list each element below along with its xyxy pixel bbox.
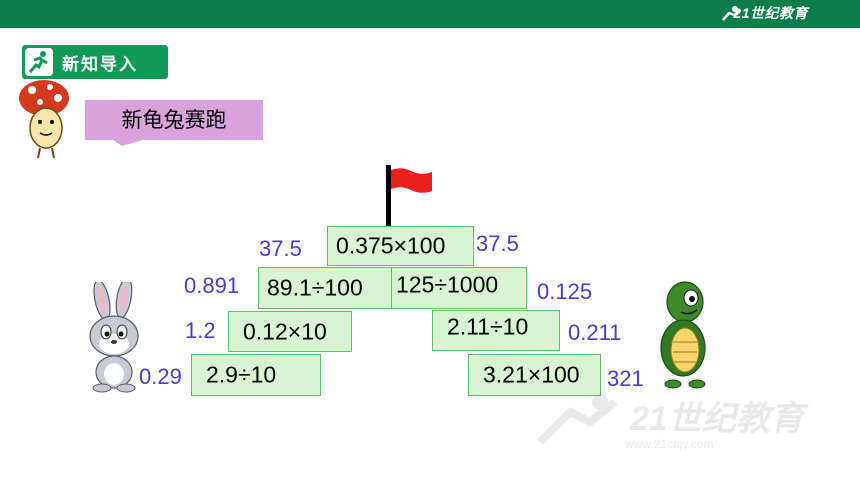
svg-text:21世纪教育: 21世纪教育 xyxy=(629,400,809,438)
expression-box-4: 2.11÷10 xyxy=(432,310,560,351)
watermark-logo: 21世纪教育 www.21cnjy.com xyxy=(537,394,809,451)
expression-box-5: 2.9÷10 xyxy=(191,354,321,396)
expression-text: 0.375×100 xyxy=(336,232,446,259)
expression-box-2: 125÷1000 xyxy=(391,267,527,309)
expression-box-3: 0.12×10 xyxy=(228,311,352,352)
runner-icon xyxy=(25,48,53,76)
title-bubble-tail xyxy=(110,138,150,146)
lesson-title: 新龟兔赛跑 xyxy=(121,108,227,132)
mushroom-mascot xyxy=(19,80,69,159)
expression-text: 2.11÷10 xyxy=(447,313,529,340)
expression-text: 0.12×10 xyxy=(243,318,327,344)
section-label: 新知导入 xyxy=(62,55,138,75)
top-bar: 21世纪教育 xyxy=(0,0,860,28)
expression-text: 3.21×100 xyxy=(483,361,580,388)
turtle-illustration xyxy=(660,281,706,389)
expression-text: 89.1÷100 xyxy=(267,274,363,301)
expression-text: 2.9÷10 xyxy=(206,361,277,388)
svg-text:www.21cnjy.com: www.21cnjy.com xyxy=(624,437,713,451)
brand-name: 21世纪教育 xyxy=(733,5,808,21)
expression-box-6: 3.21×100 xyxy=(468,354,601,396)
expression-box-1: 89.1÷100 xyxy=(258,267,392,309)
expression-text: 125÷1000 xyxy=(396,271,499,298)
answer-label: 37.5 xyxy=(259,236,302,261)
rabbit-illustration xyxy=(89,282,139,393)
expression-box-0: 0.375×100 xyxy=(327,226,474,266)
title-bubble: 新龟兔赛跑 xyxy=(85,100,263,140)
red-flag-icon xyxy=(386,165,432,227)
answer-label: 37.5 xyxy=(476,231,519,256)
answer-label: 1.2 xyxy=(185,318,216,343)
answer-label: 0.125 xyxy=(537,279,593,304)
answer-label: 321 xyxy=(607,366,644,391)
section-badge: 新知导入 xyxy=(22,45,168,79)
answer-label: 0.211 xyxy=(568,320,622,345)
answer-label: 0.891 xyxy=(184,273,240,298)
